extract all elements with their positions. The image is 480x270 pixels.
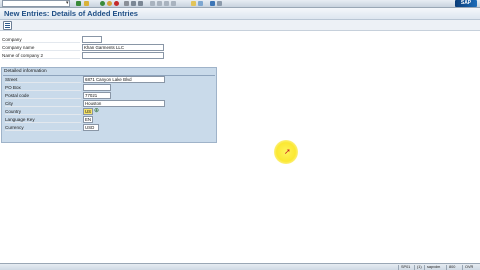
company-name-label: Company name [2,44,80,51]
street-label: Street [5,76,81,83]
detailed-information-group: Detailed information Street 6871 Canyon … [1,67,217,143]
system-toolbar: ▾ SAP [0,0,480,8]
language-key-input[interactable]: EN [83,116,93,123]
status-system: SP01 [398,265,410,270]
save-icon[interactable] [84,1,89,6]
postal-code-input[interactable]: 77021 [83,92,111,99]
cancel-icon[interactable] [114,1,119,6]
currency-label: Currency [5,124,81,131]
application-toolbar [0,20,480,31]
po-box-input[interactable] [83,84,111,91]
company-row: Company [2,36,104,43]
language-key-label: Language Key [5,116,81,123]
company-input[interactable] [82,36,102,43]
mouse-pointer-icon: ➚ [284,147,291,156]
status-mode: OVR [462,265,473,270]
company-name2-input[interactable] [82,52,164,59]
find-icon[interactable] [131,1,136,6]
currency-row: Currency USD [5,124,167,131]
country-input[interactable]: US [83,108,93,115]
street-input[interactable]: 6871 Canyon Lake Blvd [83,76,165,83]
po-box-label: PO Box [5,84,81,91]
prev-page-icon[interactable] [157,1,162,6]
status-client: (1) [414,265,422,270]
country-label: Country [5,108,81,115]
city-row: City Houston [5,100,167,107]
layout-menu-icon[interactable] [217,1,222,6]
title-bar: New Entries: Details of Added Entries [0,8,480,20]
postal-code-row: Postal code 77021 [5,92,167,99]
enter-icon[interactable] [76,1,81,6]
country-row: Country US ⊕ [5,108,167,115]
language-key-row: Language Key EN [5,116,167,123]
new-session-icon[interactable] [191,1,196,6]
find-next-icon[interactable] [138,1,143,6]
company-name2-label: Name of company 2 [2,52,80,59]
company-name2-row: Name of company 2 [2,52,166,59]
shortcut-icon[interactable] [198,1,203,6]
status-bar: SP01 (1) sapvdm 800 OVR [0,263,480,270]
company-name-input[interactable]: Khan Garments LLC [82,44,164,51]
other-entry-button[interactable] [3,21,12,30]
company-name-row: Company name Khan Garments LLC [2,44,166,51]
help-icon[interactable] [210,1,215,6]
next-page-icon[interactable] [164,1,169,6]
last-page-icon[interactable] [171,1,176,6]
command-field-dropdown-icon[interactable]: ▾ [66,0,69,7]
status-server: sapvdm [424,265,440,270]
currency-input[interactable]: USD [83,124,99,131]
street-row: Street 6871 Canyon Lake Blvd [5,76,167,83]
exit-icon[interactable] [107,1,112,6]
company-label: Company [2,36,80,43]
postal-code-label: Postal code [5,92,81,99]
status-user: 800 [446,265,455,270]
back-icon[interactable] [100,1,105,6]
page-title: New Entries: Details of Added Entries [4,9,138,18]
sap-logo: SAP [455,0,477,7]
city-label: City [5,100,81,107]
command-field[interactable] [2,0,70,7]
city-input[interactable]: Houston [83,100,165,107]
print-icon[interactable] [124,1,129,6]
po-box-row: PO Box [5,84,167,91]
first-page-icon[interactable] [150,1,155,6]
search-help-icon[interactable]: ⊕ [94,108,100,115]
group-title: Detailed information [4,69,47,74]
